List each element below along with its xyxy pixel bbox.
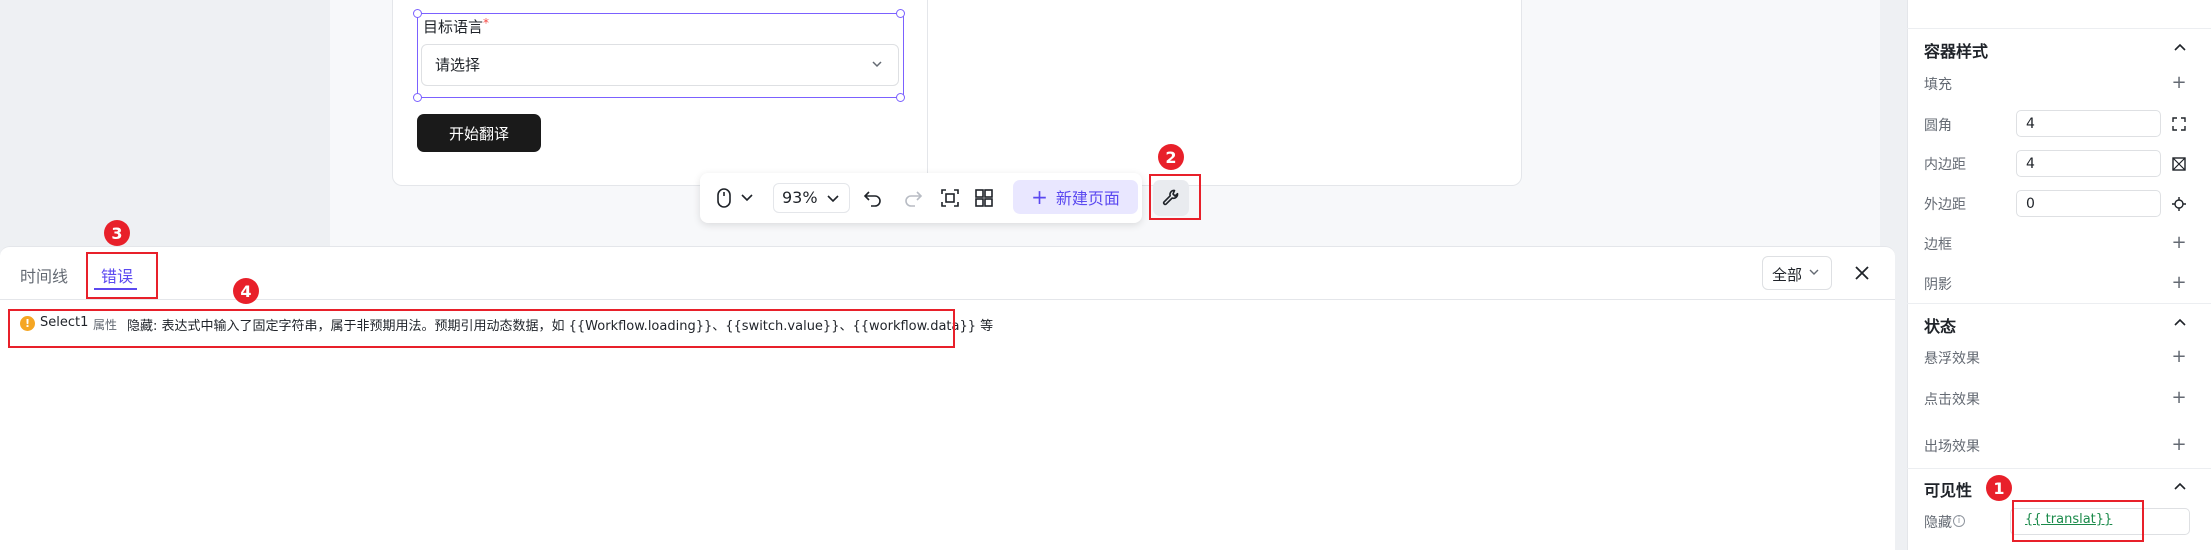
annotation-badge-3: 3	[104, 220, 130, 246]
field-label-text: 目标语言	[423, 18, 484, 36]
annotation-badge-1: 1	[1986, 475, 2012, 501]
new-page-label: 新建页面	[1055, 189, 1120, 208]
debug-panel	[0, 246, 1895, 550]
chevron-up-icon[interactable]	[2173, 480, 2187, 494]
annotation-box-1	[2012, 500, 2144, 542]
radius-value: 4	[2026, 116, 2035, 132]
chevron-down-icon	[872, 61, 882, 68]
sidebar-divider	[1907, 28, 2211, 29]
target-language-label: 目标语言*	[423, 16, 489, 37]
undo-icon[interactable]	[862, 187, 884, 209]
fit-screen-icon[interactable]	[939, 187, 961, 209]
tab-timeline[interactable]: 时间线	[20, 263, 68, 287]
margin-input[interactable]	[2016, 190, 2161, 217]
hover-effect-label: 悬浮效果	[1924, 351, 1980, 367]
zoom-value: 93%	[782, 188, 818, 207]
annotation-box-3	[86, 252, 158, 299]
padding-value: 4	[2026, 156, 2035, 172]
required-mark: *	[483, 16, 490, 30]
appear-effect-label: 出场效果	[1924, 439, 1980, 455]
resize-handle-tr[interactable]	[896, 9, 905, 18]
pointer-mode-button[interactable]	[710, 185, 760, 211]
add-shadow-icon[interactable]: +	[2171, 274, 2187, 292]
plus-icon: +	[1031, 185, 1048, 209]
annotation-badge-2: 2	[1158, 144, 1184, 170]
hidden-label: 隐藏	[1924, 515, 1952, 531]
resize-handle-tl[interactable]	[413, 9, 422, 18]
margin-label: 外边距	[1924, 197, 1966, 213]
add-appear-icon[interactable]: +	[2171, 436, 2187, 454]
panel-divider	[0, 299, 1895, 300]
padding-input[interactable]	[2016, 150, 2161, 177]
column-divider	[927, 0, 928, 186]
section-divider	[1907, 303, 2211, 304]
margin-value: 0	[2026, 196, 2035, 212]
section-divider	[1907, 468, 2211, 469]
add-border-icon[interactable]: +	[2171, 234, 2187, 252]
chevron-down-icon	[1809, 269, 1819, 275]
info-icon[interactable]: i	[1953, 515, 1965, 527]
radius-label: 圆角	[1924, 118, 1952, 134]
radius-input[interactable]	[2016, 110, 2161, 137]
annotation-box-2	[1149, 174, 1201, 220]
add-click-icon[interactable]: +	[2171, 389, 2187, 407]
redo-icon[interactable]	[902, 187, 924, 209]
chevron-up-icon[interactable]	[2173, 316, 2187, 330]
chevron-up-icon[interactable]	[2173, 41, 2187, 55]
section-title-visibility[interactable]: 可见性	[1924, 477, 1972, 501]
close-icon[interactable]	[1853, 264, 1871, 282]
target-language-select[interactable]	[421, 44, 899, 86]
add-hover-icon[interactable]: +	[2171, 348, 2187, 366]
section-title-state[interactable]: 状态	[1924, 313, 1956, 337]
add-fill-icon[interactable]: +	[2171, 74, 2187, 92]
mouse-icon	[717, 188, 731, 208]
padding-icon[interactable]	[2172, 157, 2186, 171]
section-title-container-style[interactable]: 容器样式	[1924, 38, 1988, 62]
grid-icon[interactable]	[973, 187, 995, 209]
margin-icon[interactable]	[2172, 197, 2186, 211]
resize-handle-br[interactable]	[896, 93, 905, 102]
filter-value: 全部	[1772, 266, 1803, 284]
click-effect-label: 点击效果	[1924, 392, 1980, 408]
corner-radius-icon[interactable]	[2172, 117, 2186, 131]
border-label: 边框	[1924, 237, 1952, 253]
chevron-down-icon	[741, 194, 753, 202]
select-placeholder: 请选择	[435, 56, 481, 74]
annotation-badge-4: 4	[233, 278, 259, 304]
fill-label: 填充	[1924, 77, 1952, 93]
padding-label: 内边距	[1924, 157, 1966, 173]
new-page-button[interactable]: + 新建页面	[1013, 180, 1138, 214]
start-translate-button[interactable]: 开始翻译	[417, 114, 541, 152]
resize-handle-bl[interactable]	[413, 93, 422, 102]
chevron-down-icon	[827, 195, 839, 203]
shadow-label: 阴影	[1924, 277, 1952, 293]
annotation-box-4	[8, 309, 955, 348]
